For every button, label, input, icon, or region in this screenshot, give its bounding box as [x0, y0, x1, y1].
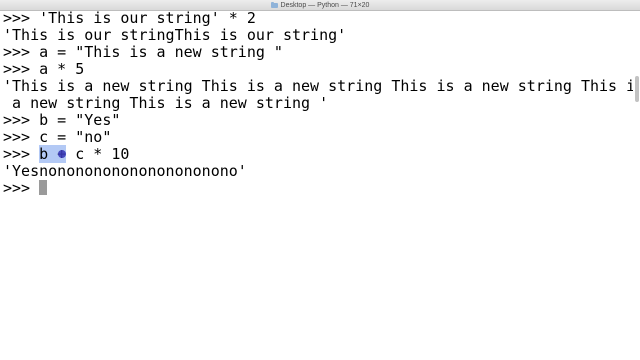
- mouse-pointer-icon: [58, 150, 66, 158]
- terminal-line: 'This is a new string This is a new stri…: [3, 77, 633, 95]
- terminal-line: a new string This is a new string ': [3, 94, 329, 112]
- terminal-line: >>> 'This is our string' * 2: [3, 10, 256, 27]
- folder-icon: [270, 1, 278, 8]
- prompt: >>>: [3, 145, 40, 163]
- terminal-line: 'This is our stringThis is our string': [3, 26, 347, 44]
- terminal-output[interactable]: >>> 'This is our string' * 2 'This is ou…: [3, 10, 633, 355]
- terminal-result-line: 'Yesnonononononononononono': [3, 162, 247, 180]
- terminal-line: >>> a = "This is a new string ": [3, 43, 283, 61]
- text-cursor: [39, 180, 48, 195]
- terminal-input-line[interactable]: >>>: [3, 180, 633, 197]
- prompt: >>>: [3, 179, 40, 197]
- terminal-line-selected: >>> b + c * 10: [3, 145, 633, 163]
- terminal-line: >>> b = "Yes": [3, 111, 121, 129]
- terminal-line: >>> c = "no": [3, 128, 112, 146]
- scrollbar[interactable]: [635, 76, 639, 102]
- command-text: c * 10: [66, 145, 130, 163]
- window-title: Desktop — Python — 71×20: [280, 1, 370, 9]
- terminal-line: >>> a * 5: [3, 60, 85, 78]
